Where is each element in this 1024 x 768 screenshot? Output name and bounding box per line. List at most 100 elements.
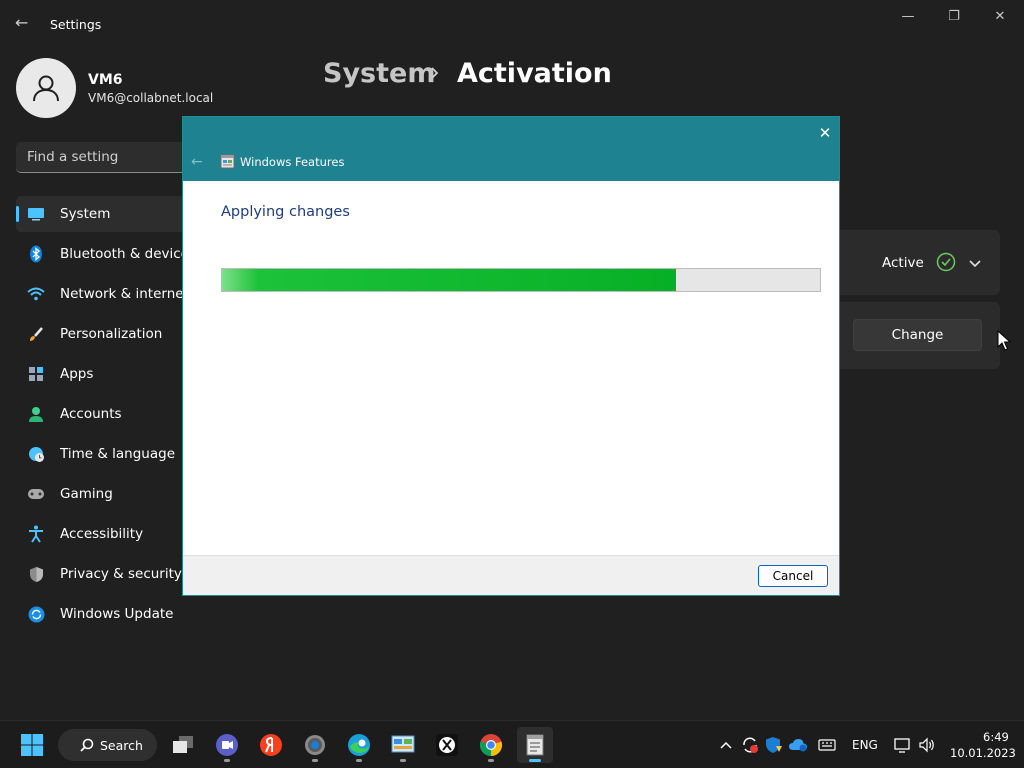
chevron-down-icon[interactable] (968, 256, 982, 270)
tray-defender[interactable] (764, 735, 784, 755)
running-indicator (529, 759, 541, 762)
taskbar-search[interactable]: Search (58, 729, 157, 761)
chrome-icon (479, 734, 503, 757)
windows-features-dialog: ✕ ← Windows Features Applying changes Ca… (182, 116, 840, 596)
back-arrow-icon[interactable]: ← (191, 154, 207, 170)
xhost-app[interactable] (429, 727, 465, 763)
running-indicator (356, 759, 362, 762)
user-name: VM6 (88, 72, 123, 88)
shield-alert-icon (766, 737, 782, 753)
sidebar-item-label: Network & internet (60, 286, 189, 302)
chevron-right-icon (431, 67, 439, 79)
search-input[interactable]: Find a setting (16, 142, 206, 173)
edge-icon (348, 734, 370, 756)
control-panel-app[interactable] (385, 727, 421, 763)
gamepad-icon (27, 485, 45, 503)
windows-features-icon (526, 734, 544, 756)
bluetooth-icon (27, 245, 45, 263)
sidebar-item-gaming[interactable]: Gaming (16, 476, 196, 512)
search-placeholder: Find a setting (27, 149, 119, 165)
sidebar-item-label: Accessibility (60, 526, 144, 542)
status-text: Applying changes (221, 204, 350, 220)
sync-alert-icon (743, 737, 758, 753)
tray-keyboard[interactable] (817, 735, 837, 755)
keyboard-icon (818, 739, 836, 751)
avatar[interactable] (16, 58, 76, 118)
windows-logo-icon (21, 734, 43, 756)
sidebar-item-accounts[interactable]: Accounts (16, 396, 196, 432)
sidebar-item-windows-update[interactable]: Windows Update (16, 596, 196, 632)
mouse-cursor-icon (997, 330, 1011, 351)
shield-icon (27, 565, 45, 583)
sidebar-item-privacy-security[interactable]: Privacy & security (16, 556, 196, 592)
file-explorer-icon (173, 736, 193, 753)
start-button[interactable] (14, 727, 50, 763)
sidebar-item-label: Gaming (60, 486, 113, 502)
dialog-title: Windows Features (240, 155, 345, 169)
update-icon (27, 605, 45, 623)
app-title: Settings (50, 17, 102, 32)
cancel-button[interactable]: Cancel (758, 565, 828, 587)
running-indicator (224, 759, 230, 762)
restore-button[interactable]: ❐ (931, 6, 977, 26)
tray-network[interactable] (893, 735, 913, 755)
sidebar-nav: System Bluetooth & devices Network & int… (16, 196, 196, 636)
settings-gear-icon (305, 735, 325, 755)
sidebar-item-time-language[interactable]: Time & language (16, 436, 196, 472)
sidebar-item-label: Windows Update (60, 606, 174, 622)
taskbar-search-label: Search (100, 738, 143, 753)
tray-volume[interactable] (917, 735, 937, 755)
minimize-button[interactable]: — (885, 6, 931, 26)
globe-clock-icon (27, 445, 45, 463)
clock-time[interactable]: 6:49 (983, 730, 1009, 744)
teams-app[interactable] (209, 727, 245, 763)
dialog-close-button[interactable]: ✕ (815, 123, 835, 143)
yandex-browser-icon (260, 734, 282, 756)
progress-fill (222, 269, 677, 291)
wifi-icon (27, 285, 45, 303)
dialog-header: ✕ ← Windows Features (183, 117, 839, 181)
activation-state-label: Active (882, 255, 924, 271)
chrome-app[interactable] (473, 727, 509, 763)
sidebar-item-system[interactable]: System (16, 196, 196, 232)
breadcrumb-system[interactable]: System (323, 58, 435, 89)
running-indicator (488, 759, 494, 762)
close-button[interactable]: ✕ (977, 6, 1023, 26)
check-circle-icon (936, 252, 956, 272)
back-arrow-icon[interactable]: ← (15, 14, 33, 32)
monitor-icon (27, 205, 45, 223)
sidebar-item-personalization[interactable]: Personalization (16, 316, 196, 352)
control-panel-icon (391, 735, 415, 753)
yandex-browser-app[interactable] (253, 727, 289, 763)
sidebar-item-label: Accounts (60, 406, 122, 422)
sidebar-item-accessibility[interactable]: Accessibility (16, 516, 196, 552)
sidebar-item-label: Personalization (60, 326, 163, 342)
tray-overflow-button[interactable] (716, 735, 736, 755)
brush-icon (27, 325, 45, 343)
edge-app[interactable] (341, 727, 377, 763)
windows-features-app[interactable] (517, 727, 553, 763)
task-view-button[interactable] (165, 727, 201, 763)
taskbar: Search ENG 6:49 10.01.2023 (0, 720, 1024, 768)
network-monitor-icon (894, 738, 910, 753)
sidebar-item-apps[interactable]: Apps (16, 356, 196, 392)
sidebar-item-bluetooth[interactable]: Bluetooth & devices (16, 236, 196, 272)
dialog-footer: Cancel (183, 555, 839, 595)
tray-sync[interactable] (740, 735, 760, 755)
settings-app[interactable] (297, 727, 333, 763)
person-icon (27, 405, 45, 423)
input-language[interactable]: ENG (852, 738, 878, 752)
progress-bar (221, 268, 821, 292)
teams-icon (216, 734, 238, 756)
sidebar-item-network[interactable]: Network & internet (16, 276, 196, 312)
running-indicator (400, 759, 406, 762)
person-icon (33, 75, 59, 102)
page-title: Activation (457, 58, 612, 89)
cloud-icon (789, 739, 807, 752)
sidebar-item-label: Apps (60, 366, 94, 382)
change-button[interactable]: Change (853, 319, 982, 351)
tray-onedrive[interactable] (788, 735, 808, 755)
search-icon (80, 738, 94, 752)
clock-date[interactable]: 10.01.2023 (950, 746, 1016, 760)
sidebar-item-label: Time & language (60, 446, 176, 462)
